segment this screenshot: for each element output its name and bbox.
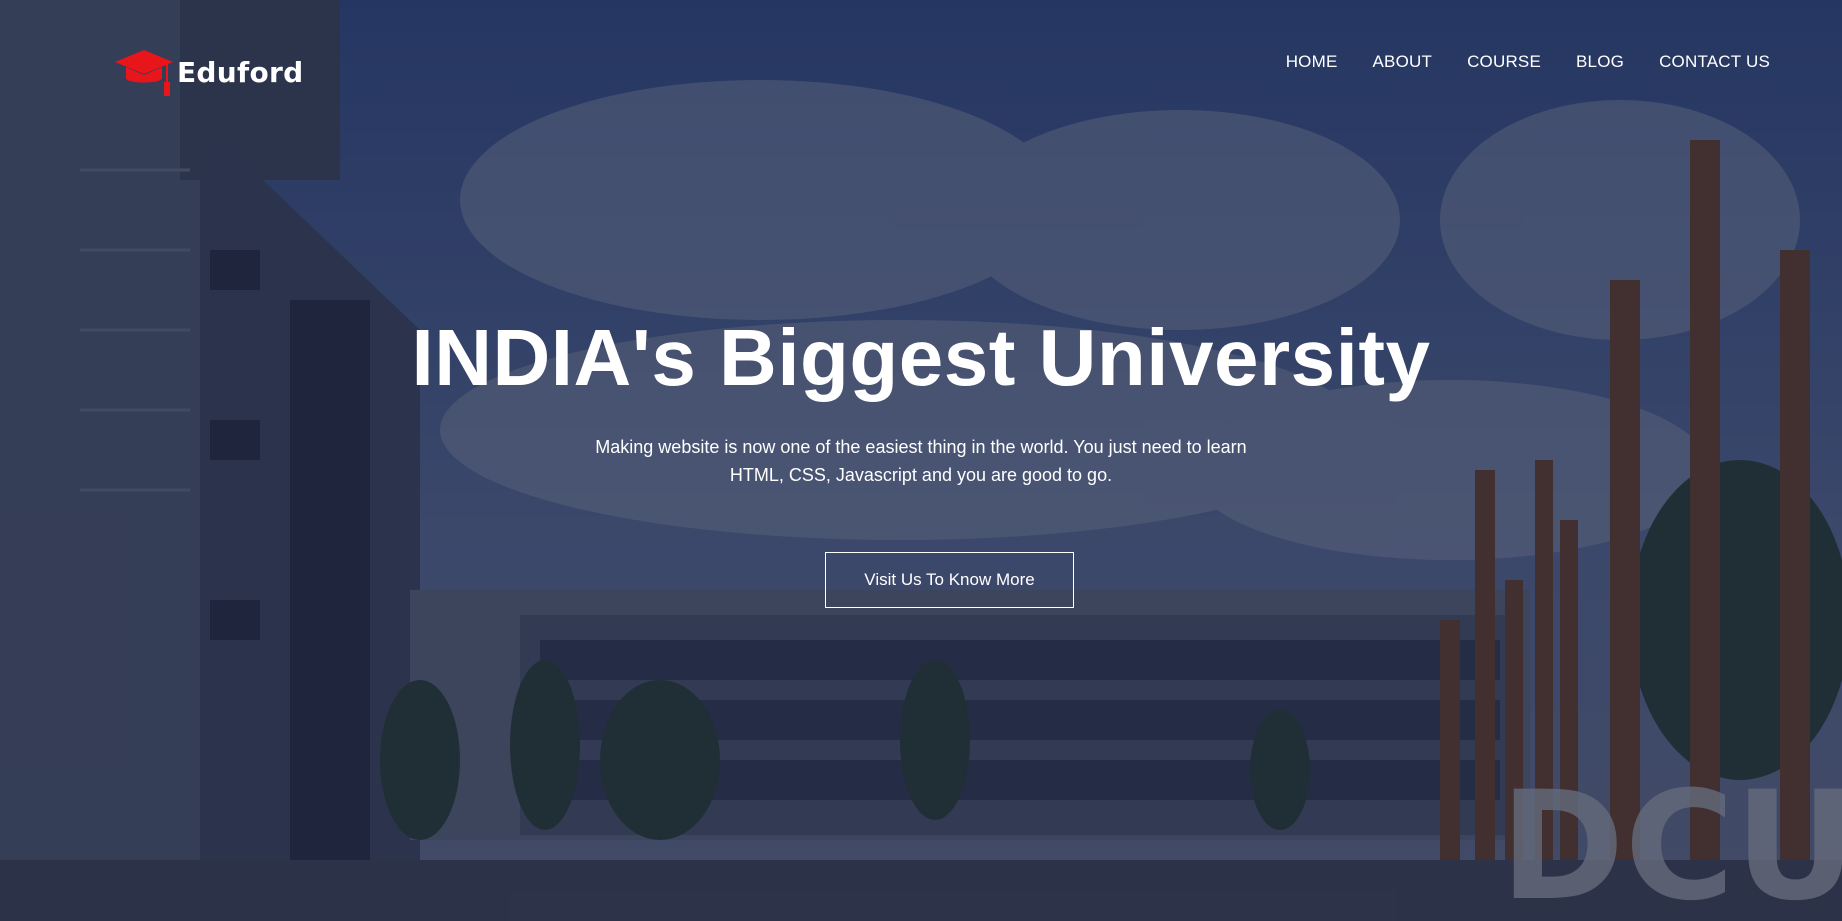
visit-us-button[interactable]: Visit Us To Know More <box>825 552 1074 608</box>
nav-link-course[interactable]: COURSE <box>1467 52 1541 71</box>
hero-headline: INDIA's Biggest University <box>411 313 1431 402</box>
graduation-cap-icon <box>115 50 173 96</box>
nav-item-home: HOME <box>1286 52 1338 72</box>
brand-logo[interactable]: Eduford <box>113 48 303 102</box>
nav-link-blog[interactable]: BLOG <box>1576 52 1624 71</box>
nav-link-home[interactable]: HOME <box>1286 52 1338 71</box>
top-navigation: Eduford HOME ABOUT COURSE BLOG CONTACT U… <box>0 0 1842 130</box>
nav-item-contact: CONTACT US <box>1659 52 1770 72</box>
nav-item-course: COURSE <box>1467 52 1541 72</box>
nav-menu: HOME ABOUT COURSE BLOG CONTACT US <box>1286 52 1770 72</box>
brand-name: Eduford <box>177 55 304 89</box>
nav-item-blog: BLOG <box>1576 52 1624 72</box>
hero-subtext: Making website is now one of the easiest… <box>595 437 1247 485</box>
nav-link-about[interactable]: ABOUT <box>1373 52 1433 71</box>
nav-link-contact[interactable]: CONTACT US <box>1659 52 1770 71</box>
hero-section: DCU Eduford HOME ABOUT COURSE BLOG <box>0 0 1842 921</box>
nav-item-about: ABOUT <box>1373 52 1433 72</box>
